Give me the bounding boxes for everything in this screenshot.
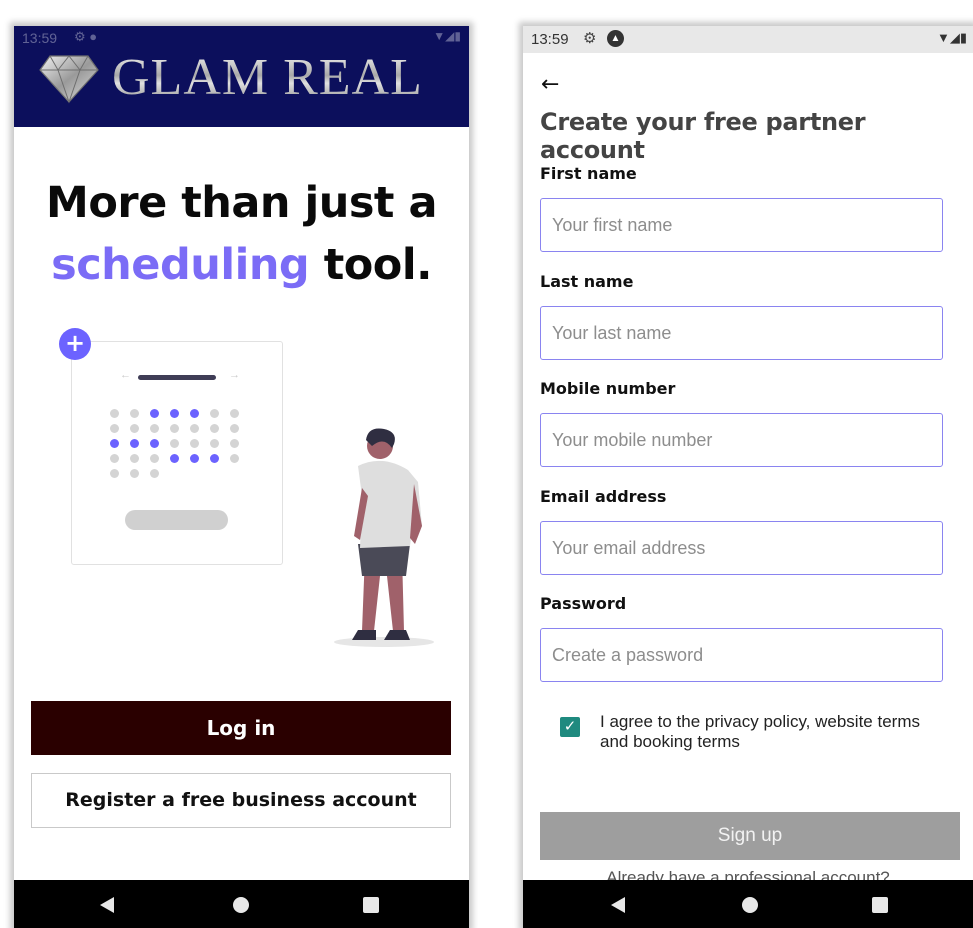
last-name-field[interactable] bbox=[540, 306, 943, 360]
register-business-button[interactable]: Register a free business account bbox=[31, 773, 451, 828]
signup-screen: 13:59 ⚙ ▲ ▼◢▮ ← Create your free partner… bbox=[523, 26, 973, 928]
calendar-day-dot bbox=[110, 469, 119, 478]
calendar-illustration: ← → bbox=[71, 341, 283, 565]
agree-label: I agree to the privacy policy, website t… bbox=[600, 712, 920, 751]
signal-battery-icon: ▼◢▮ bbox=[433, 29, 461, 43]
arrow-right-icon: → bbox=[229, 369, 240, 381]
calendar-day-dot bbox=[170, 439, 179, 448]
calendar-day-dot bbox=[190, 439, 199, 448]
diamond-icon bbox=[39, 55, 99, 104]
calendar-day-dot bbox=[210, 439, 219, 448]
headline-line-2: scheduling tool. bbox=[14, 234, 469, 296]
calendar-day-dot bbox=[170, 424, 179, 433]
calendar-day-dot bbox=[190, 454, 199, 463]
calendar-day-dot bbox=[150, 424, 159, 433]
mobile-number-field[interactable] bbox=[540, 413, 943, 467]
calendar-day-dot bbox=[150, 454, 159, 463]
nav-recents-icon[interactable] bbox=[363, 897, 379, 913]
nav-recents-icon[interactable] bbox=[872, 897, 888, 913]
calendar-month-bar bbox=[138, 375, 216, 380]
brand-name: GLAM REAL bbox=[112, 49, 423, 106]
calendar-day-dot bbox=[190, 409, 199, 418]
headline-accent: scheduling bbox=[51, 240, 310, 290]
last-name-label: Last name bbox=[540, 272, 634, 291]
nav-home-icon[interactable] bbox=[233, 897, 249, 913]
calendar-day-dot bbox=[130, 454, 139, 463]
gear-icon: ⚙ bbox=[583, 30, 597, 47]
status-bar: 13:59 ⚙ ▲ ▼◢▮ bbox=[523, 26, 973, 53]
system-nav-bar bbox=[523, 880, 973, 928]
calendar-day-dot bbox=[170, 409, 179, 418]
nav-back-icon[interactable] bbox=[100, 897, 114, 913]
calendar-day-dot bbox=[150, 469, 159, 478]
calendar-day-dot bbox=[210, 409, 219, 418]
plus-icon: + bbox=[59, 328, 91, 360]
nav-back-icon[interactable] bbox=[611, 897, 625, 913]
calendar-day-dot bbox=[130, 424, 139, 433]
system-nav-bar bbox=[14, 880, 469, 928]
back-arrow-icon[interactable]: ← bbox=[541, 72, 559, 97]
welcome-screen: 13:59 ⚙ ● ▼◢▮ GLAM REAL More than just a… bbox=[14, 26, 469, 928]
headline-line-1: More than just a bbox=[46, 178, 437, 228]
calendar-day-dot bbox=[110, 424, 119, 433]
calendar-day-dot bbox=[130, 469, 139, 478]
headline: More than just a scheduling tool. bbox=[14, 172, 469, 296]
calendar-day-dot bbox=[150, 439, 159, 448]
password-label: Password bbox=[540, 594, 627, 613]
nav-home-icon[interactable] bbox=[742, 897, 758, 913]
calendar-day-dot bbox=[170, 454, 179, 463]
sign-up-button[interactable]: Sign up bbox=[540, 812, 960, 860]
calendar-day-dot bbox=[190, 424, 199, 433]
calendar-pill bbox=[125, 510, 228, 530]
calendar-nav: ← → bbox=[120, 369, 240, 382]
calendar-day-dot bbox=[230, 409, 239, 418]
calendar-day-dot bbox=[130, 409, 139, 418]
headline-tail: tool. bbox=[309, 240, 433, 290]
first-name-field[interactable] bbox=[540, 198, 943, 252]
calendar-day-dot bbox=[150, 409, 159, 418]
calendar-day-dot bbox=[110, 409, 119, 418]
brand-header: 13:59 ⚙ ● ▼◢▮ GLAM REAL bbox=[14, 26, 469, 127]
calendar-day-dot bbox=[230, 439, 239, 448]
arrow-left-icon: ← bbox=[120, 369, 131, 381]
first-name-label: First name bbox=[540, 164, 637, 183]
signal-battery-icon: ▼◢▮ bbox=[936, 30, 967, 45]
password-field[interactable] bbox=[540, 628, 943, 682]
calendar-day-dot bbox=[230, 424, 239, 433]
email-field[interactable] bbox=[540, 521, 943, 575]
status-time: 13:59 bbox=[531, 31, 569, 48]
agree-checkbox[interactable]: ✓ bbox=[560, 717, 580, 737]
brand-logo: GLAM REAL bbox=[38, 48, 423, 108]
calendar-day-dot bbox=[130, 439, 139, 448]
calendar-day-dot bbox=[230, 454, 239, 463]
mobile-number-label: Mobile number bbox=[540, 379, 676, 398]
status-time: 13:59 bbox=[22, 30, 58, 46]
calendar-day-dot bbox=[210, 424, 219, 433]
alert-icon: ▲ bbox=[607, 30, 624, 47]
login-button[interactable]: Log in bbox=[31, 701, 451, 755]
status-icons: ⚙ ● bbox=[74, 29, 98, 44]
calendar-day-dot bbox=[110, 439, 119, 448]
person-illustration bbox=[334, 428, 434, 647]
calendar-day-dot bbox=[110, 454, 119, 463]
calendar-day-dot bbox=[210, 454, 219, 463]
page-title: Create your free partner account bbox=[540, 108, 866, 164]
email-label: Email address bbox=[540, 487, 667, 506]
